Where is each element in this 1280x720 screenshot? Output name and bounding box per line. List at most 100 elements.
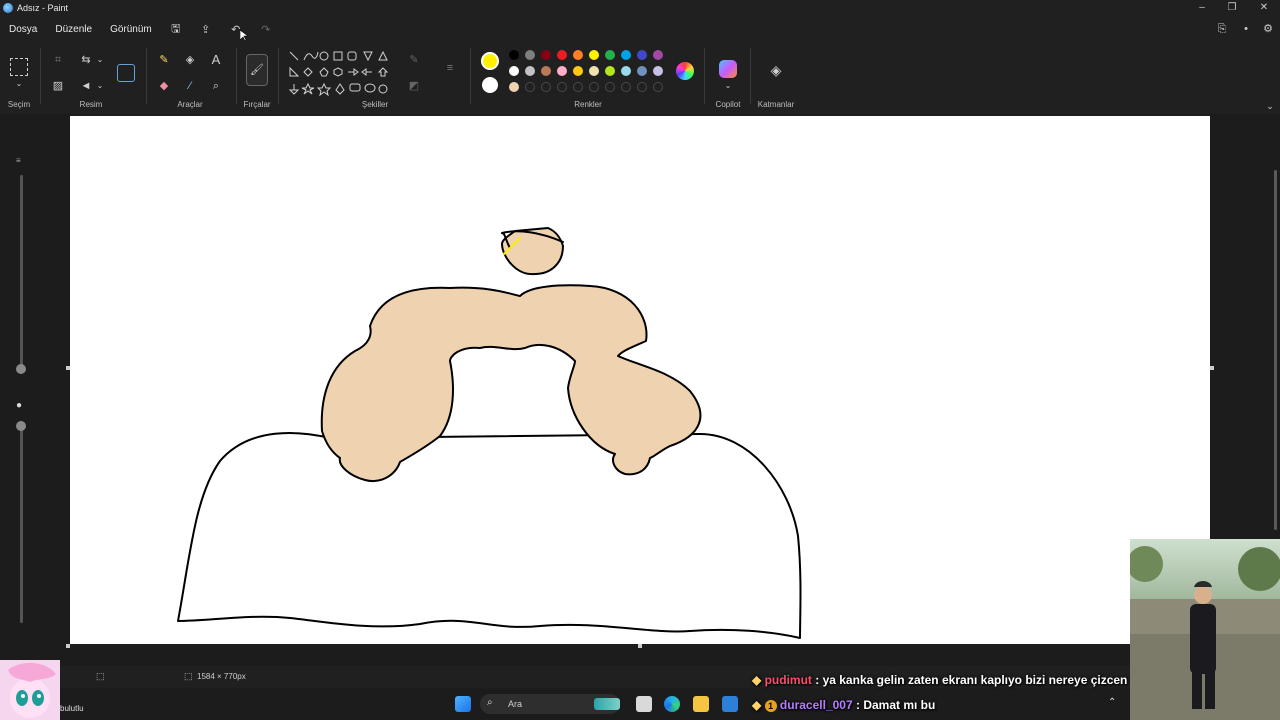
palette-swatch[interactable] [605, 50, 615, 60]
resize-handle-bottom-left[interactable] [66, 644, 70, 648]
palette-swatch[interactable] [621, 50, 631, 60]
pencil-icon[interactable]: ✎ [156, 52, 172, 68]
divider [750, 48, 751, 104]
brush-size-slider-thumb[interactable] [16, 364, 26, 374]
chevron-down-icon[interactable]: ⌄ [92, 52, 108, 68]
palette-swatch[interactable] [605, 82, 615, 92]
store-icon[interactable] [722, 696, 738, 712]
settings-icon[interactable]: ⚙ [1256, 16, 1280, 42]
resize-handle-right[interactable] [1210, 366, 1214, 370]
crop-icon[interactable]: ⌗ [50, 52, 66, 68]
brush-icon[interactable]: 🖌 [246, 54, 268, 86]
shape-fill-icon[interactable]: ◩ [406, 78, 422, 94]
menu-file[interactable]: Dosya [0, 24, 46, 35]
widget-icon[interactable] [594, 698, 620, 710]
divider [278, 48, 279, 104]
palette-swatch[interactable] [509, 50, 519, 60]
palette-swatch[interactable] [525, 50, 535, 60]
selection-tool-icon[interactable] [10, 58, 28, 76]
opacity-slider-track[interactable] [20, 425, 23, 623]
subscriber-badge-icon: 1 [764, 700, 777, 712]
palette-swatch[interactable] [573, 50, 583, 60]
vertical-scrollbar[interactable] [1274, 170, 1277, 530]
palette-swatch[interactable] [509, 82, 519, 92]
palette-swatch[interactable] [653, 50, 663, 60]
palette-swatch[interactable] [557, 66, 567, 76]
palette-swatch[interactable] [541, 82, 551, 92]
palette-swatch[interactable] [653, 82, 663, 92]
title-bar: Adsız - Paint – ❐ ✕ [0, 0, 1280, 16]
remove-background-icon[interactable] [117, 64, 135, 82]
restore-icon[interactable]: ❐ [1218, 0, 1246, 16]
menu-bar: Dosya Düzenle Görünüm 🖫 ⇪ ↶ ↷ ⎘ • ⚙ [0, 16, 1280, 42]
image-background-icon[interactable]: ▨ [50, 78, 66, 94]
task-view-icon[interactable] [636, 696, 652, 712]
shape-size-icon[interactable]: ≡ [442, 60, 458, 76]
palette-swatch[interactable] [589, 50, 599, 60]
canvas-size-icon: ⬚ [184, 671, 193, 681]
close-icon[interactable]: ✕ [1250, 0, 1278, 16]
palette-swatch[interactable] [557, 50, 567, 60]
tray-chevron-icon[interactable]: ⌃ [1108, 697, 1116, 708]
chat-message-1: ◆ pudimut : ya kanka gelin zaten ekranı … [752, 673, 1127, 687]
magnifier-icon[interactable]: ⌕ [208, 78, 224, 94]
divider [470, 48, 471, 104]
palette-swatch[interactable] [637, 82, 647, 92]
text-tool-icon[interactable]: A [208, 52, 224, 68]
palette-swatch[interactable] [637, 66, 647, 76]
palette-swatch[interactable] [653, 66, 663, 76]
share-icon[interactable]: ⇪ [191, 23, 221, 36]
menu-view[interactable]: Görünüm [101, 24, 161, 35]
chat-message-2: ◆ 1 duracell_007 : Damat mı bu [752, 698, 935, 712]
palette-swatch[interactable] [509, 66, 519, 76]
resize-handle-bottom[interactable] [638, 644, 642, 648]
palette-swatch[interactable] [541, 50, 551, 60]
redo-icon[interactable]: ↷ [251, 23, 281, 36]
fill-bucket-icon[interactable]: ◈ [182, 52, 198, 68]
chevron-down-icon[interactable]: ⌄ [92, 78, 108, 94]
opacity-slider-thumb[interactable] [16, 421, 26, 431]
account-icon[interactable]: • [1234, 16, 1258, 42]
palette-swatch[interactable] [637, 50, 647, 60]
primary-color-swatch[interactable] [481, 52, 499, 70]
feedback-icon[interactable]: ⎘ [1210, 16, 1234, 42]
minimize-icon[interactable]: – [1188, 0, 1216, 16]
ribbon-collapse-icon[interactable]: ⌄ [1262, 98, 1278, 114]
palette-swatch[interactable] [573, 66, 583, 76]
edge-icon[interactable] [664, 696, 680, 712]
palette-swatch[interactable] [589, 82, 599, 92]
color-picker-icon[interactable]: ⁄ [182, 78, 198, 94]
drawing-canvas[interactable] [70, 116, 1210, 644]
start-icon[interactable] [455, 696, 471, 712]
palette-swatch[interactable] [621, 66, 631, 76]
canvas-size-text: 1584 × 770px [197, 672, 246, 681]
palette-swatch[interactable] [589, 66, 599, 76]
palette-swatch[interactable] [525, 66, 535, 76]
group-label-layers: Katmanlar [757, 100, 795, 109]
palette-swatch[interactable] [541, 66, 551, 76]
file-explorer-icon[interactable] [693, 696, 709, 712]
palette-swatch[interactable] [557, 82, 567, 92]
menu-edit[interactable]: Düzenle [46, 24, 101, 35]
chat-badge-icon: ◆ [752, 698, 762, 712]
resize-handle-left[interactable] [66, 366, 70, 370]
brush-size-slider-track[interactable] [20, 175, 23, 370]
chat-badge-icon: ◆ [752, 673, 762, 687]
chat-text-2: : Damat mı bu [855, 698, 936, 712]
save-icon[interactable]: 🖫 [161, 20, 191, 39]
paint-app-icon [3, 3, 13, 13]
shape-outline-icon[interactable]: ✎ [406, 52, 422, 68]
palette-swatch[interactable] [621, 82, 631, 92]
group-label-tools: Araçlar [177, 100, 203, 109]
layers-icon[interactable]: ◈ [768, 62, 784, 78]
palette-swatch[interactable] [573, 82, 583, 92]
palette-swatch[interactable] [525, 82, 535, 92]
edit-colors-icon[interactable] [676, 62, 694, 80]
copilot-icon[interactable] [719, 60, 737, 78]
chevron-down-icon[interactable]: ⌄ [720, 78, 736, 94]
shapes-gallery[interactable] [288, 50, 396, 100]
chevron-down-icon[interactable]: ⌄ [11, 76, 27, 92]
secondary-color-swatch[interactable] [482, 77, 498, 93]
eraser-icon[interactable]: ◆ [156, 78, 172, 94]
palette-swatch[interactable] [605, 66, 615, 76]
